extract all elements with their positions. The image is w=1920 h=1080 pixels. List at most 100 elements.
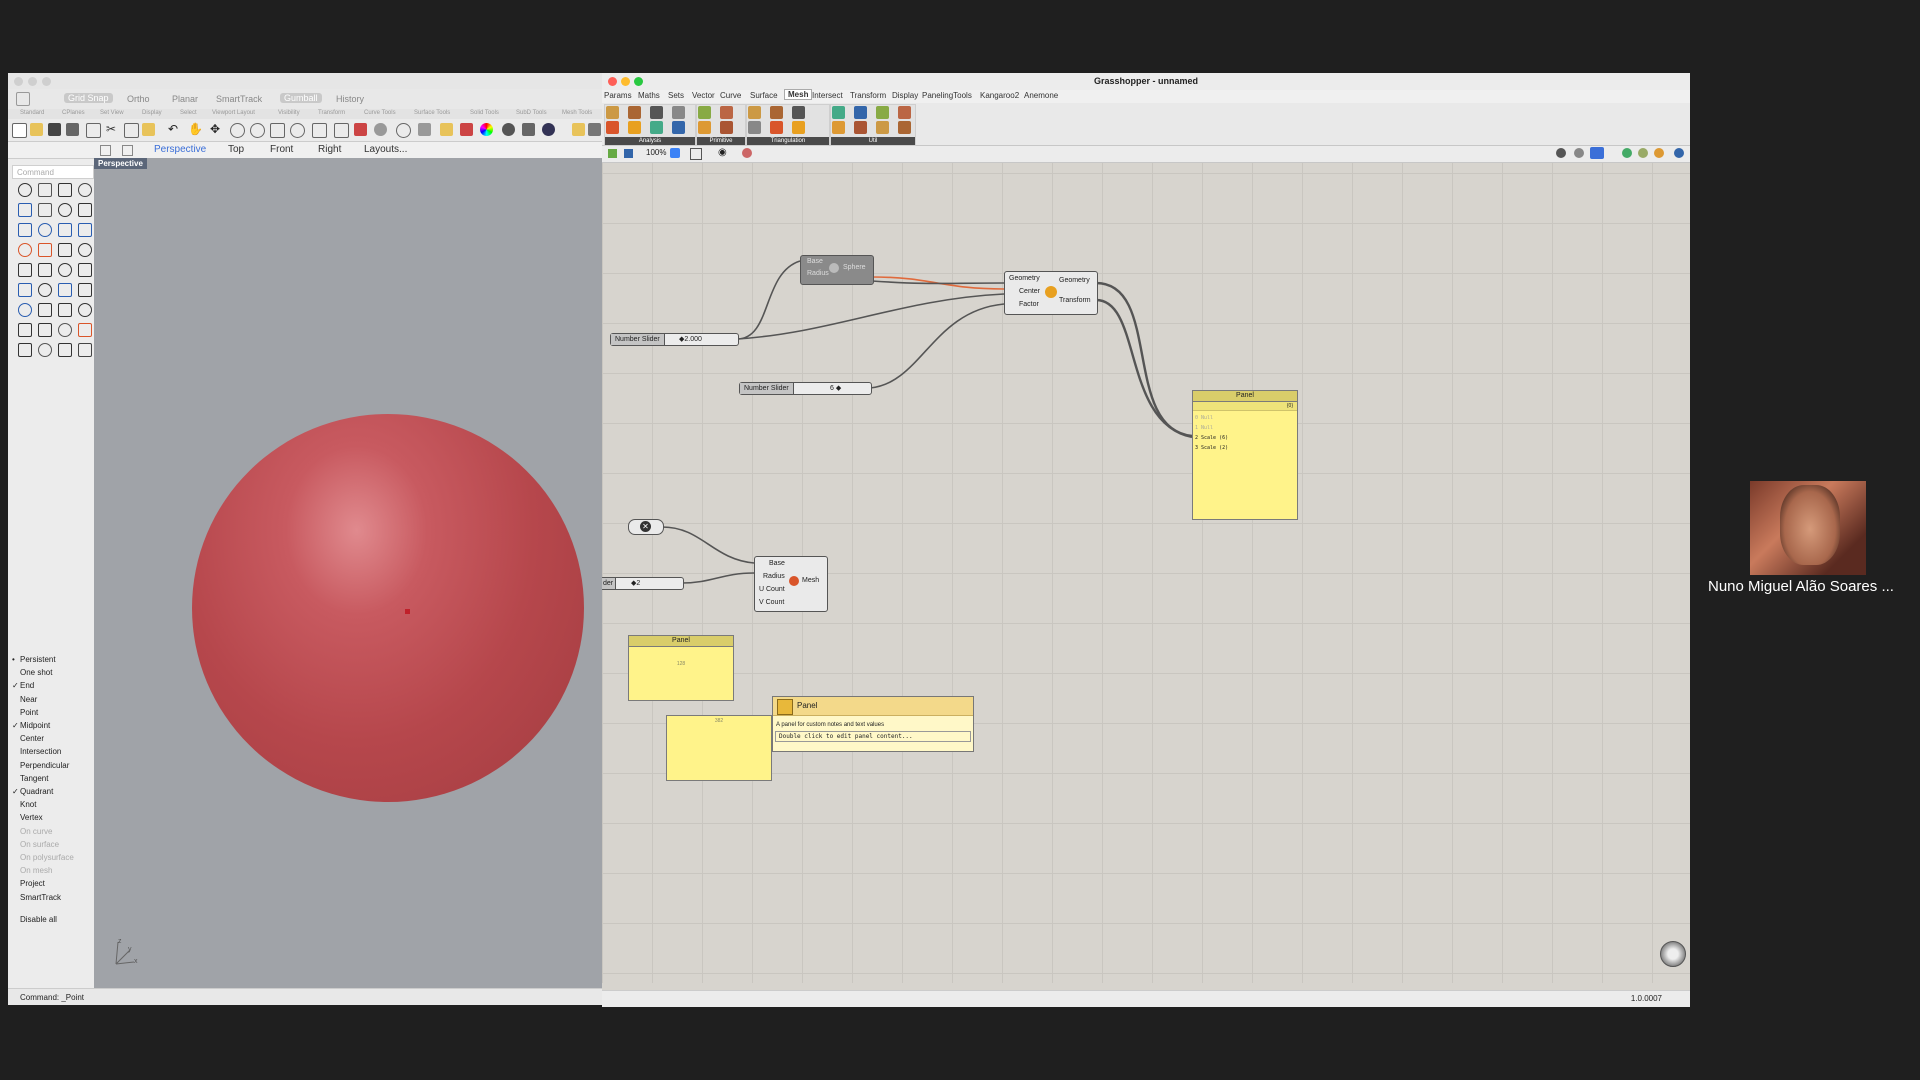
rhino-tool-8-icon[interactable] (78, 203, 92, 217)
gh-ribbon-tool-3-icon[interactable] (650, 106, 663, 119)
display-preview-icon[interactable] (1622, 148, 1632, 158)
sphere-input-radius[interactable]: Radius (807, 270, 829, 277)
subtab-surface-tools[interactable]: Surface Tools (414, 110, 450, 116)
subtab-standard[interactable]: Standard (20, 110, 44, 116)
pan-icon[interactable]: ✋ (188, 123, 203, 136)
display-mesh-icon[interactable] (1638, 148, 1648, 158)
subtab-curve-tools[interactable]: Curve Tools (364, 110, 396, 116)
canvas-compass-icon[interactable] (1660, 941, 1686, 967)
tab-right[interactable]: Right (318, 144, 341, 155)
osnap-project[interactable]: Project (20, 879, 45, 888)
rhino-tool-9-icon[interactable] (18, 223, 32, 237)
subtab-cplanes[interactable]: CPlanes (62, 110, 85, 116)
osnap-on-polysurface[interactable]: On polysurface (20, 853, 74, 862)
subtab-solid-tools[interactable]: Solid Tools (470, 110, 499, 116)
osnap-checkbox[interactable]: ✓ (12, 787, 19, 796)
display-material-icon[interactable] (1654, 148, 1664, 158)
panel-empty[interactable]: 382 (666, 715, 772, 781)
scale-output-geometry[interactable]: Geometry (1059, 277, 1090, 284)
osnap-intersection[interactable]: Intersection (20, 747, 61, 756)
tab-layouts[interactable]: Layouts... (364, 144, 407, 155)
slider-value[interactable]: ◆2 (631, 578, 640, 589)
rhino-tool-34-icon[interactable] (38, 343, 52, 357)
gh-ribbon-tool-13-icon[interactable] (748, 106, 761, 119)
options-icon[interactable] (572, 123, 585, 136)
osnap-persistent[interactable]: • Persistent (12, 655, 56, 664)
minimize-button[interactable] (28, 77, 37, 86)
open-file-icon[interactable] (30, 123, 43, 136)
subtab-viewport-layout[interactable]: Viewport Layout (212, 110, 255, 116)
osnap-center[interactable]: Center (20, 734, 44, 743)
display-settings-icon[interactable] (1674, 148, 1684, 158)
minimize-button[interactable] (621, 77, 630, 86)
gh-tab-sets[interactable]: Sets (668, 91, 684, 100)
mesh-sphere-component[interactable]: Base Radius U Count V Count Mesh (754, 556, 828, 612)
gh-ribbon-tool-2-icon[interactable] (628, 106, 641, 119)
osnap-checkbox[interactable]: • (12, 655, 15, 664)
rhino-tool-29-icon[interactable] (18, 323, 32, 337)
tab-gumball[interactable]: Gumball (280, 93, 322, 103)
rotate-icon[interactable] (396, 123, 411, 138)
tab-perspective[interactable]: Perspective (154, 144, 206, 155)
rhino-tool-5-icon[interactable] (18, 203, 32, 217)
subtab-set-view[interactable]: Set View (100, 110, 124, 116)
zoom-button[interactable] (634, 77, 643, 86)
osnap-disable-all[interactable]: Disable all (20, 915, 57, 924)
red-mesh-sphere[interactable] (192, 414, 584, 802)
rhino-tool-30-icon[interactable] (38, 323, 52, 337)
gh-tab-mesh[interactable]: Mesh (784, 89, 813, 100)
preview-selected-icon[interactable] (1590, 147, 1604, 159)
rhino-tool-28-icon[interactable] (78, 303, 92, 317)
rhino-tool-24-icon[interactable] (78, 283, 92, 297)
gh-tab-params[interactable]: Params (604, 91, 632, 100)
gh-tab-anemone[interactable]: Anemone (1024, 91, 1058, 100)
gh-tab-surface[interactable]: Surface (750, 91, 778, 100)
grid-icon[interactable] (334, 123, 349, 138)
osnap-tangent[interactable]: Tangent (20, 774, 48, 783)
gh-ribbon-tool-1-icon[interactable] (606, 106, 619, 119)
scale-input-center[interactable]: Center (1019, 288, 1040, 295)
gh-ribbon-tool-20-icon[interactable] (854, 106, 867, 119)
osnap-end[interactable]: ✓ End (12, 681, 34, 690)
rhino-tool-2-icon[interactable] (38, 183, 52, 197)
rhino-tool-27-icon[interactable] (58, 303, 72, 317)
zoom-window-icon[interactable] (250, 123, 265, 138)
rhino-tool-14-icon[interactable] (38, 243, 52, 257)
sphere-component[interactable]: Base Radius Sphere (800, 255, 874, 285)
osnap-one-shot[interactable]: One shot (20, 668, 52, 677)
light-icon[interactable] (418, 123, 431, 136)
preview-shaded-icon[interactable] (1574, 148, 1584, 158)
rotate-view-icon[interactable]: ✥ (210, 123, 223, 136)
render-settings-icon[interactable] (522, 123, 535, 136)
gh-ribbon-tool-17-icon[interactable] (770, 121, 783, 134)
gh-ribbon-tool-23-icon[interactable] (832, 121, 845, 134)
cut-icon[interactable]: ✂ (106, 123, 119, 136)
close-button[interactable] (608, 77, 617, 86)
tab-front[interactable]: Front (270, 144, 293, 155)
gh-ribbon-tool-11-icon[interactable] (698, 121, 711, 134)
gh-ribbon-tool-15-icon[interactable] (792, 106, 805, 119)
number-slider-radius[interactable]: Number Slider ◆2.000 (610, 333, 739, 346)
subtab-transform[interactable]: Transform (318, 110, 345, 116)
gh-ribbon-tool-8-icon[interactable] (672, 121, 685, 134)
panel-output[interactable]: Panel {0} 0 Null 1 Null 2 Scale (6) 3 Sc… (1192, 390, 1298, 520)
osnap-point[interactable]: Point (20, 708, 38, 717)
open-document-icon[interactable] (608, 149, 617, 158)
rhino-tool-35-icon[interactable] (58, 343, 72, 357)
color-icon[interactable] (480, 123, 493, 136)
zoom-button[interactable] (42, 77, 51, 86)
paste-icon[interactable] (142, 123, 155, 136)
subtab-select[interactable]: Select (180, 110, 197, 116)
copy-icon[interactable] (124, 123, 139, 138)
save-icon[interactable] (48, 123, 61, 136)
move-icon[interactable] (374, 123, 387, 136)
rhino-tool-3-icon[interactable] (58, 183, 72, 197)
gh-ribbon-tool-26-icon[interactable] (898, 121, 911, 134)
rhino-tool-6-icon[interactable] (38, 203, 52, 217)
osnap-midpoint[interactable]: ✓ Midpoint (12, 721, 50, 730)
rhino-tool-18-icon[interactable] (38, 263, 52, 277)
osnap-on-surface[interactable]: On surface (20, 840, 59, 849)
gh-tab-curve[interactable]: Curve (720, 91, 741, 100)
osnap-on-curve[interactable]: On curve (20, 827, 52, 836)
scale-input-geometry[interactable]: Geometry (1009, 275, 1040, 282)
